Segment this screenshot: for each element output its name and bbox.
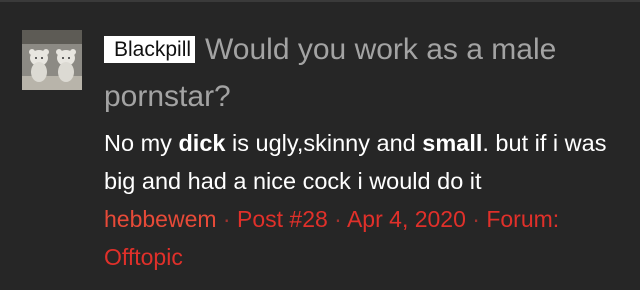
post-meta: hebbewem · Post #28 · Apr 4, 2020 · Foru…: [104, 200, 634, 276]
snippet-text: is ugly,skinny and: [225, 130, 423, 156]
post-date: Apr 4, 2020: [346, 206, 466, 232]
post-number-link[interactable]: Post #28: [237, 206, 328, 232]
snippet-highlight: small: [422, 130, 483, 156]
meta-separator: ·: [472, 206, 480, 232]
avatar[interactable]: [22, 30, 82, 90]
top-divider: [0, 0, 640, 2]
thread-prefix-badge[interactable]: Blackpill: [104, 36, 196, 63]
snippet-highlight: dick: [178, 130, 226, 156]
thread-title[interactable]: Blackpill Would you work as a male pornst…: [104, 26, 634, 120]
author-link[interactable]: hebbewem: [104, 206, 217, 232]
snippet-text: No my: [104, 130, 179, 156]
forum-link[interactable]: Offtopic: [104, 244, 183, 270]
avatar-image: [22, 30, 82, 90]
meta-separator: ·: [222, 206, 231, 232]
meta-separator: ·: [334, 206, 342, 232]
forum-label: Forum:: [486, 206, 560, 232]
post-snippet: No my dick is ugly,skinny and small. but…: [104, 124, 634, 200]
